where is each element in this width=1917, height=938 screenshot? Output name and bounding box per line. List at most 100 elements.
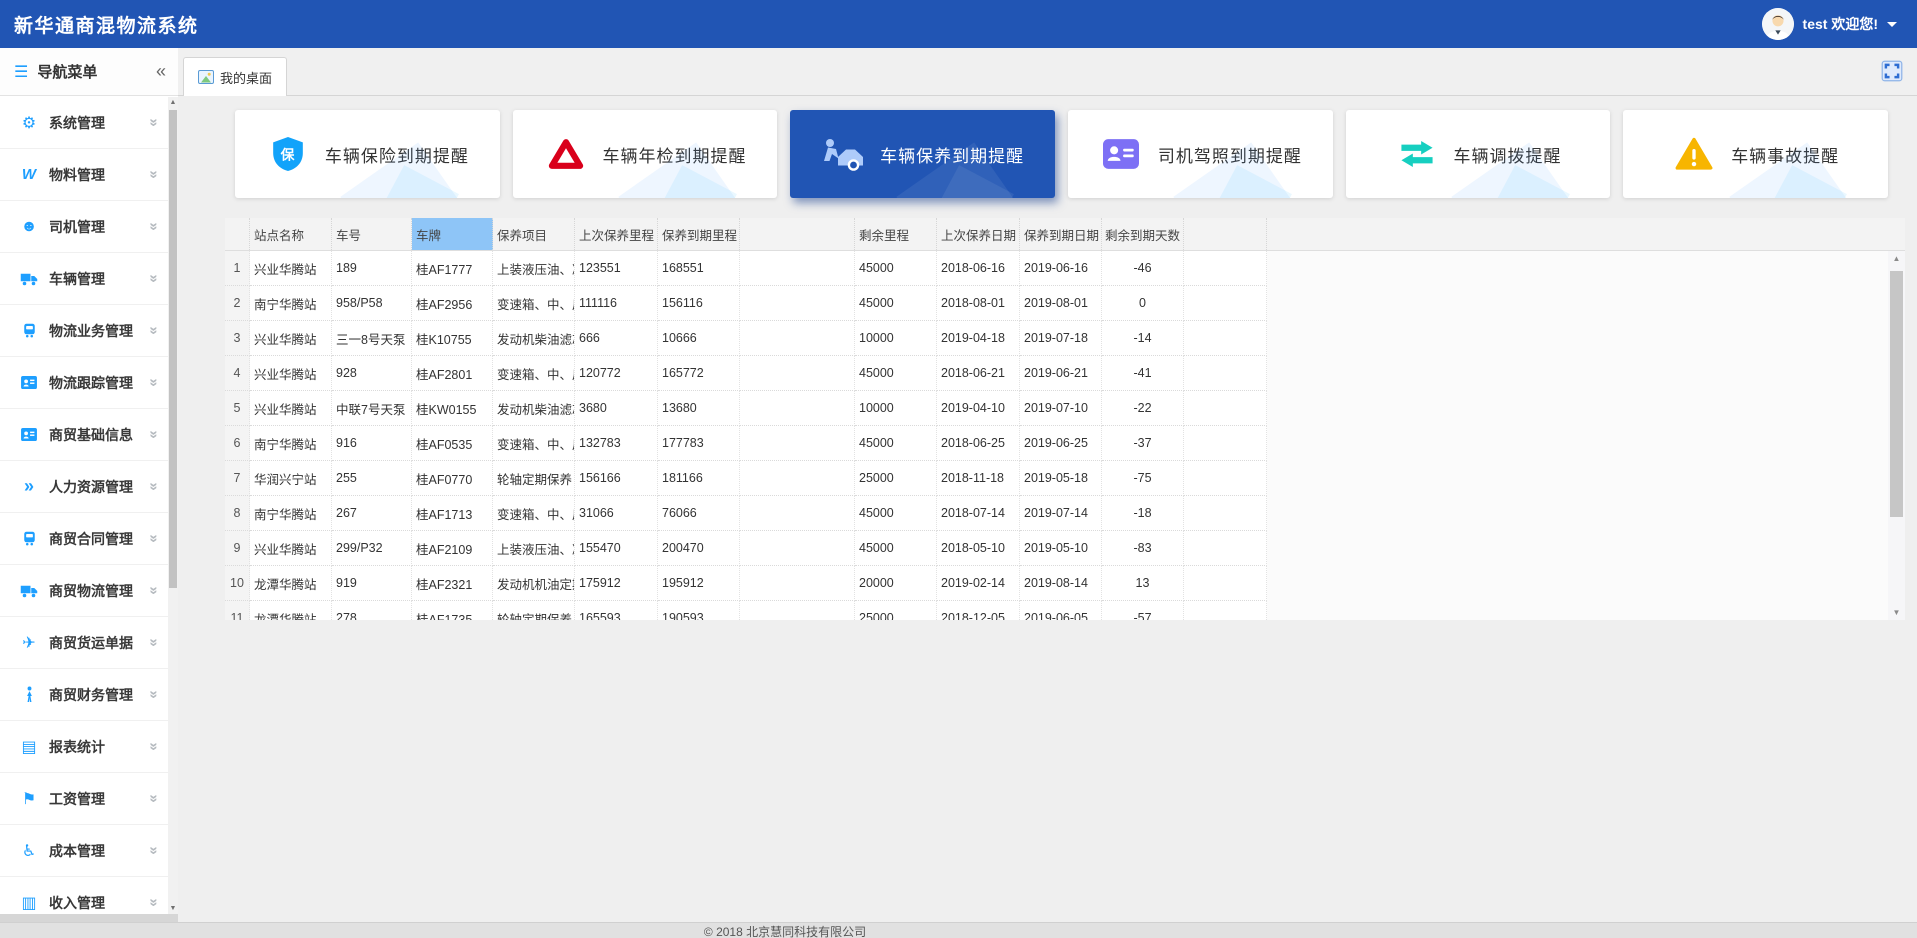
alert-card-0[interactable]: 保车辆保险到期提醒 <box>235 110 500 198</box>
cell-plate-no: 桂AF0535 <box>412 426 493 461</box>
sidebar-item-14[interactable]: ♿成本管理» <box>0 825 168 877</box>
cell-remaining-days: -18 <box>1102 496 1184 531</box>
header-remaining-mileage[interactable]: 剩余里程 <box>855 218 937 250</box>
header-last-maintenance-date[interactable]: 上次保养日期 <box>937 218 1020 250</box>
chevron-expand-icon: » <box>145 118 162 126</box>
table-row[interactable]: 11龙潭华腾站278桂AF1735轮轴定期保养16559319059325000… <box>225 601 1905 620</box>
cell-spacer <box>740 461 855 496</box>
trade-logistics-icon <box>18 584 40 598</box>
table-row[interactable]: 7华润兴宁站255桂AF0770轮轴定期保养156166181166250002… <box>225 461 1905 496</box>
table-row[interactable]: 1兴业华腾站189桂AF1777上装液压油、减12355116855145000… <box>225 251 1905 286</box>
cell-vehicle-no: 958/P58 <box>332 286 412 321</box>
cell-spacer <box>740 356 855 391</box>
scroll-down-icon[interactable]: ▼ <box>1888 608 1905 617</box>
table-row[interactable]: 3兴业华腾站三一8号天泵桂K10755发动机柴油滤芯66610666100002… <box>225 321 1905 356</box>
cell-remaining-mileage: 45000 <box>855 426 937 461</box>
scroll-up-icon[interactable]: ▲ <box>168 99 178 106</box>
cell-tail <box>1184 601 1267 620</box>
tab-my-desktop[interactable]: 我的桌面 <box>183 57 287 96</box>
header-due-date[interactable]: 保养到期日期 <box>1020 218 1102 250</box>
logistics-tracking-icon <box>18 376 40 389</box>
cell-remaining-days: 13 <box>1102 566 1184 601</box>
sidebar-item-8[interactable]: 商贸合同管理» <box>0 513 168 565</box>
cell-maintenance-item: 轮轴定期保养 <box>493 601 575 620</box>
sidebar-item-10[interactable]: ✈商贸货运单据» <box>0 617 168 669</box>
header-station-name[interactable]: 站点名称 <box>250 218 332 250</box>
cell-last-maintenance-date: 2018-11-18 <box>937 461 1020 496</box>
sidebar-item-1[interactable]: W物料管理» <box>0 149 168 201</box>
main-row: ☰ 导航菜单 « ⚙系统管理»W物料管理»☻司机管理»车辆管理»物流业务管理»物… <box>0 48 1917 922</box>
cell-due-mileage: 181166 <box>658 461 740 496</box>
sidebar-item-label: 商贸物流管理 <box>49 581 133 601</box>
alert-card-4[interactable]: 车辆调拨提醒 <box>1346 110 1611 198</box>
cell-remaining-days: -22 <box>1102 391 1184 426</box>
table-scrollbar-thumb[interactable] <box>1890 271 1903 517</box>
cell-last-maintenance-mileage: 3680 <box>575 391 658 426</box>
sidebar-item-11[interactable]: 商贸财务管理» <box>0 669 168 721</box>
logistics-business-icon <box>18 323 40 338</box>
table-row[interactable]: 5兴业华腾站中联7号天泵桂KW0155发动机柴油滤芯36801368010000… <box>225 391 1905 426</box>
header-maintenance-item[interactable]: 保养项目 <box>493 218 575 250</box>
table-scrollbar[interactable]: ▲ ▼ <box>1888 251 1905 620</box>
table-row[interactable]: 6南宁华腾站916桂AF0535变速箱、中、后13278317778345000… <box>225 426 1905 461</box>
contract-icon <box>18 531 40 546</box>
alert-card-2[interactable]: 车辆保养到期提醒 <box>790 110 1055 198</box>
cell-due-mileage: 168551 <box>658 251 740 286</box>
alert-card-5[interactable]: 车辆事故提醒 <box>1623 110 1888 198</box>
sidebar-collapse-button[interactable]: « <box>154 61 168 82</box>
table-row[interactable]: 9兴业华腾站299/P32桂AF2109上装液压油、减1554702004704… <box>225 531 1905 566</box>
svg-text:保: 保 <box>279 146 295 162</box>
table-row[interactable]: 10龙潭华腾站919桂AF2321发动机机油定期1759121959122000… <box>225 566 1905 601</box>
fullscreen-icon[interactable] <box>1880 59 1904 83</box>
cell-plate-no: 桂AF0770 <box>412 461 493 496</box>
cell-station-name: 南宁华腾站 <box>250 426 332 461</box>
cell-vehicle-no: 919 <box>332 566 412 601</box>
cell-spacer <box>740 496 855 531</box>
sidebar-item-13[interactable]: ⚑工资管理» <box>0 773 168 825</box>
alert-card-3[interactable]: 司机驾照到期提醒 <box>1068 110 1333 198</box>
sidebar-item-2[interactable]: ☻司机管理» <box>0 201 168 253</box>
cell-filler <box>1267 496 1905 531</box>
header-vehicle-no[interactable]: 车号 <box>332 218 412 250</box>
sidebar-item-3[interactable]: 车辆管理» <box>0 253 168 305</box>
sidebar-item-7[interactable]: »人力资源管理» <box>0 461 168 513</box>
scroll-up-icon[interactable]: ▲ <box>1888 254 1905 263</box>
header-due-mileage[interactable]: 保养到期里程 <box>658 218 740 250</box>
desktop-tab-icon <box>198 70 214 84</box>
sidebar-scrollbar[interactable]: ▲ ▼ <box>168 97 178 914</box>
cell-filler <box>1267 601 1905 620</box>
sidebar-item-0[interactable]: ⚙系统管理» <box>0 97 168 149</box>
header-remaining-days[interactable]: 剩余到期天数 <box>1102 218 1184 250</box>
transfer-icon <box>1395 135 1439 173</box>
scroll-down-icon[interactable]: ▼ <box>168 905 178 912</box>
cell-last-maintenance-mileage: 155470 <box>575 531 658 566</box>
cell-last-maintenance-date: 2019-02-14 <box>937 566 1020 601</box>
cell-plate-no: 桂AF1713 <box>412 496 493 531</box>
alert-card-label: 车辆调拨提醒 <box>1454 142 1562 167</box>
cell-row-number: 6 <box>225 426 250 461</box>
freight-docs-icon: ✈ <box>18 633 40 653</box>
cell-due-date: 2019-06-21 <box>1020 356 1102 391</box>
chevron-expand-icon: » <box>145 222 162 230</box>
table-row[interactable]: 4兴业华腾站928桂AF2801变速箱、中、后12077216577245000… <box>225 356 1905 391</box>
cell-station-name: 龙潭华腾站 <box>250 601 332 620</box>
cell-row-number: 1 <box>225 251 250 286</box>
chevron-down-icon <box>1887 22 1897 32</box>
cell-maintenance-item: 发动机机油定期 <box>493 566 575 601</box>
sidebar-scrollbar-thumb[interactable] <box>169 110 177 588</box>
sidebar-item-4[interactable]: 物流业务管理» <box>0 305 168 357</box>
header-plate-no[interactable]: 车牌 <box>412 218 493 250</box>
sidebar-item-5[interactable]: 物流跟踪管理» <box>0 357 168 409</box>
sidebar-item-label: 车辆管理 <box>49 269 105 289</box>
sidebar-item-9[interactable]: 商贸物流管理» <box>0 565 168 617</box>
sidebar-item-6[interactable]: 商贸基础信息» <box>0 409 168 461</box>
header-last-maintenance-mileage[interactable]: 上次保养里程 <box>575 218 658 250</box>
user-menu[interactable]: test 欢迎您! <box>1762 8 1897 40</box>
sidebar-item-15[interactable]: ▥收入管理» <box>0 877 168 914</box>
sidebar-item-12[interactable]: ▤报表统计» <box>0 721 168 773</box>
cell-spacer <box>740 426 855 461</box>
cell-maintenance-item: 发动机柴油滤芯 <box>493 321 575 356</box>
alert-card-1[interactable]: 车辆年检到期提醒 <box>513 110 778 198</box>
table-row[interactable]: 8南宁华腾站267桂AF1713变速箱、中、后31066760664500020… <box>225 496 1905 531</box>
table-row[interactable]: 2南宁华腾站958/P58桂AF2956变速箱、中、后1111161561164… <box>225 286 1905 321</box>
